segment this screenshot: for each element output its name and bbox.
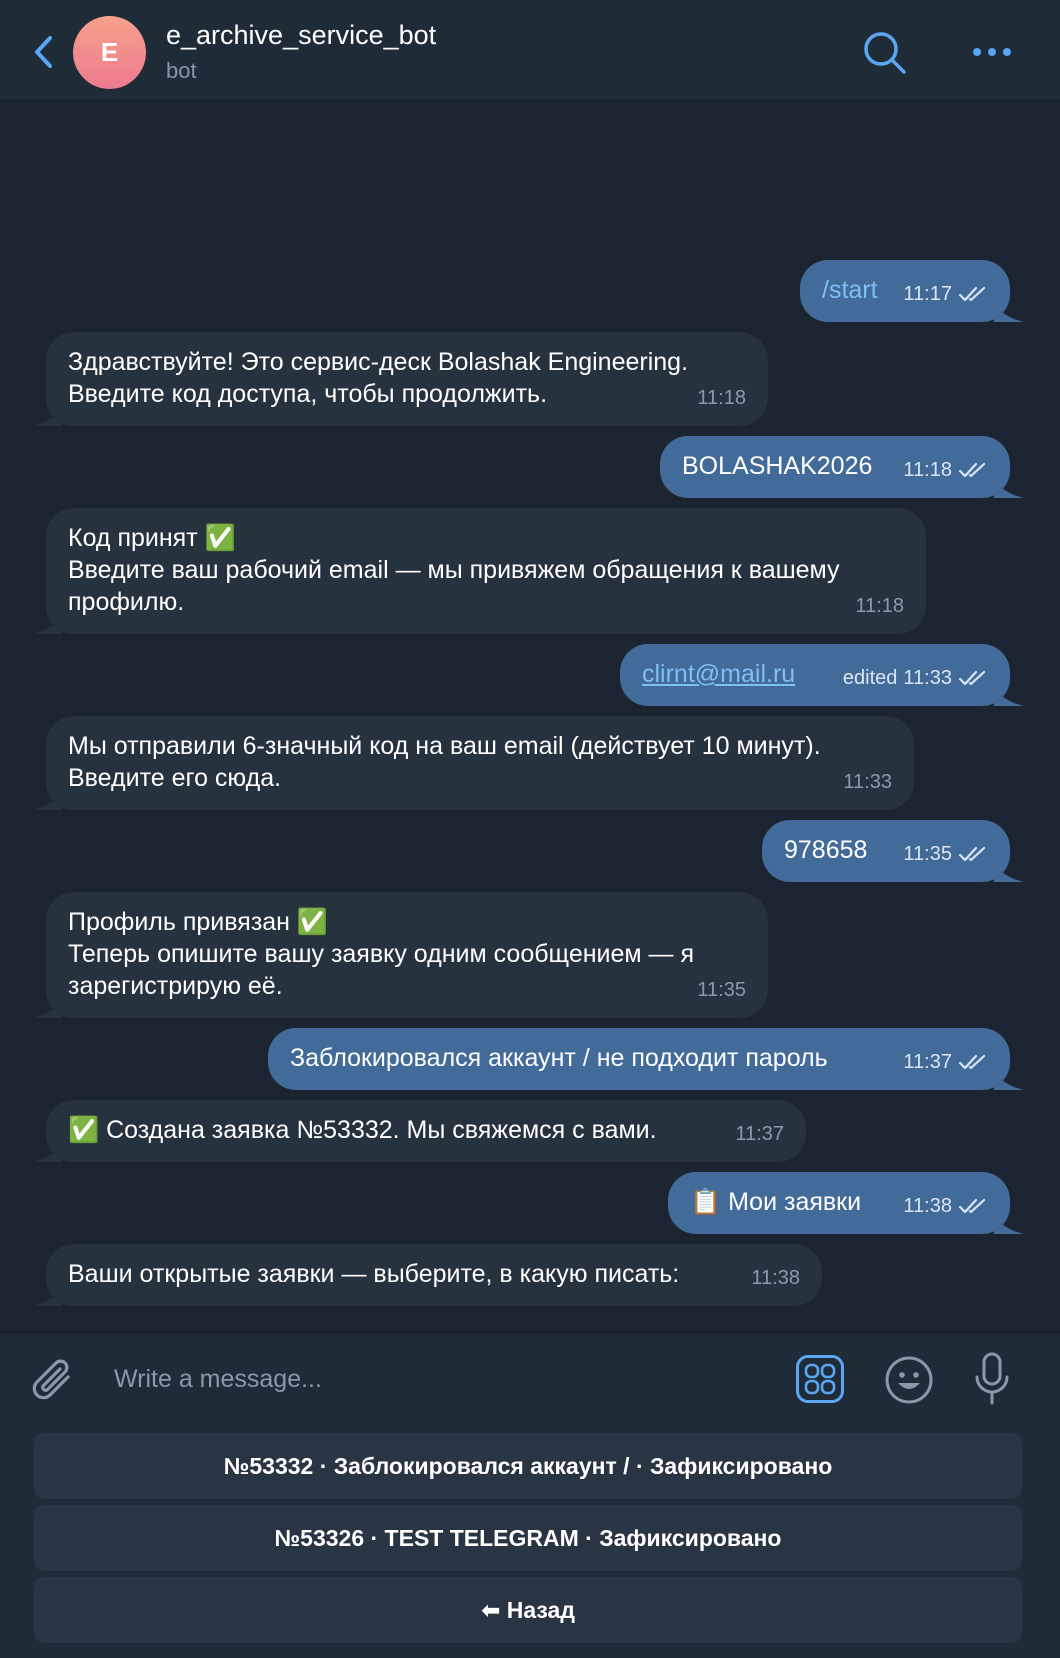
double-check-icon <box>958 1054 986 1070</box>
bubble-tail <box>994 1210 1024 1234</box>
attach-button[interactable] <box>32 1355 78 1405</box>
bubble-tail <box>32 402 62 426</box>
message-time: 11:18 <box>855 595 904 617</box>
message-meta: 11:35 <box>697 974 746 1006</box>
message-time: 11:35 <box>903 843 952 865</box>
message-text-line: Теперь опишите вашу заявку одним сообщен… <box>68 940 695 968</box>
message-meta: 11:18 <box>855 590 904 622</box>
message-text-line: профилю. <box>68 588 185 616</box>
message-meta: 11:18 <box>697 382 746 414</box>
message-incoming[interactable]: Профиль привязан ✅ Теперь опишите вашу з… <box>32 892 768 1018</box>
more-button[interactable] <box>970 34 1014 70</box>
bubble-tail <box>32 1138 62 1162</box>
message-meta: 11:18 <box>903 454 988 486</box>
bubble-tail <box>32 610 62 634</box>
message-outgoing[interactable]: 978658 11:35 <box>762 820 1024 882</box>
message-time: 11:18 <box>697 387 746 409</box>
double-check-icon <box>958 670 986 686</box>
message-outgoing[interactable]: Заблокировался аккаунт / не подходит пар… <box>268 1028 1024 1090</box>
composer: №53332 · Заблокировался аккаунт / · Зафи… <box>0 1332 1060 1658</box>
chat-header: E e_archive_service_bot bot <box>0 0 1060 101</box>
message-time: 11:37 <box>903 1051 952 1073</box>
message-time: 11:33 <box>903 667 952 689</box>
message-text-line: Код принят ✅ <box>68 524 236 552</box>
microphone-button[interactable] <box>974 1351 1010 1407</box>
avatar[interactable]: E <box>73 16 146 89</box>
message-text-line: Мы отправили 6-значный код на ваш email … <box>68 732 821 760</box>
search-button[interactable] <box>862 30 908 76</box>
microphone-icon <box>975 1352 1009 1405</box>
emoji-icon <box>885 1356 933 1404</box>
message-incoming[interactable]: Ваши открытые заявки — выберите, в какую… <box>32 1244 822 1306</box>
message-text-line: Здравствуйте! Это сервис-деск Bolashak E… <box>68 348 689 376</box>
message-time: 11:18 <box>903 459 952 481</box>
bubble-tail <box>994 1066 1024 1090</box>
keyboard-button-label: ⬅ Назад <box>481 1596 575 1623</box>
message-meta: edited 11:33 <box>843 662 988 694</box>
message-time: 11:37 <box>735 1123 784 1145</box>
message-time: 11:17 <box>903 283 952 305</box>
message-incoming[interactable]: Мы отправили 6-значный код на ваш email … <box>32 716 914 810</box>
message-text: Заблокировался аккаунт / не подходит пар… <box>290 1044 828 1072</box>
message-text-line: Введите его сюда. <box>68 764 282 792</box>
back-button[interactable] <box>28 34 58 70</box>
double-check-icon <box>958 286 986 302</box>
message-incoming[interactable]: ✅ Создана заявка №53332. Мы свяжемся с в… <box>32 1100 806 1162</box>
message-meta: 11:35 <box>903 838 988 870</box>
message-outgoing[interactable]: 📋 Мои заявки 11:38 <box>668 1172 1024 1234</box>
message-meta: 11:38 <box>903 1190 988 1222</box>
message-text-line: Введите код доступа, чтобы продолжить. <box>68 380 548 408</box>
message-text: ✅ Создана заявка №53332. Мы свяжемся с в… <box>68 1116 657 1144</box>
keyboard-button-ticket-53332[interactable]: №53332 · Заблокировался аккаунт / · Зафи… <box>34 1433 1022 1499</box>
message-time: 11:35 <box>697 979 746 1001</box>
message-meta: 11:37 <box>903 1046 988 1078</box>
bubble-tail <box>32 994 62 1018</box>
search-icon <box>864 32 906 74</box>
paperclip-icon <box>32 1359 70 1400</box>
bubble-tail <box>994 858 1024 882</box>
keyboard-button-label: №53326 · TEST TELEGRAM · Зафиксировано <box>274 1524 782 1551</box>
emoji-button[interactable] <box>884 1355 934 1405</box>
message-time: 11:38 <box>751 1267 800 1289</box>
bubble-tail <box>32 786 62 810</box>
more-dots-icon <box>973 48 1011 56</box>
avatar-letter: E <box>100 37 119 67</box>
bubble-tail <box>994 682 1024 706</box>
bubble-tail <box>994 298 1024 322</box>
keyboard-button-back[interactable]: ⬅ Назад <box>34 1577 1022 1643</box>
message-outgoing[interactable]: /start 11:17 <box>800 260 1024 322</box>
double-check-icon <box>958 846 986 862</box>
message-meta: 11:38 <box>751 1262 800 1294</box>
message-meta: 11:33 <box>843 766 892 798</box>
message-list[interactable]: /start 11:17 Здравствуйте! Это сервис-де… <box>0 102 1060 1332</box>
bubble-tail <box>32 1282 62 1306</box>
edited-label: edited <box>842 667 898 689</box>
chevron-left-icon <box>35 36 52 68</box>
message-text-line: зарегистрирую её. <box>68 972 283 1000</box>
message-meta: 11:37 <box>735 1118 784 1150</box>
message-incoming[interactable]: Здравствуйте! Это сервис-деск Bolashak E… <box>32 332 768 426</box>
message-outgoing[interactable]: clirnt@mail.ru edited 11:33 <box>620 644 1024 706</box>
message-meta: 11:17 <box>903 278 988 310</box>
message-outgoing[interactable]: BOLASHAK2026 11:18 <box>660 436 1024 498</box>
double-check-icon <box>958 1198 986 1214</box>
message-text-line: Введите ваш рабочий email — мы привяжем … <box>68 556 840 584</box>
keyboard-button-label: №53332 · Заблокировался аккаунт / · Зафи… <box>223 1452 833 1479</box>
keyboard-button-ticket-53326[interactable]: №53326 · TEST TELEGRAM · Зафиксировано <box>34 1505 1022 1571</box>
message-time: 11:33 <box>843 771 892 793</box>
bot-keyboard-button[interactable] <box>796 1355 844 1403</box>
chat-title[interactable]: e_archive_service_bot <box>166 20 436 51</box>
double-check-icon <box>958 462 986 478</box>
message-text: Ваши открытые заявки — выберите, в какую… <box>68 1260 680 1288</box>
chat-subtitle: bot <box>166 58 197 83</box>
bot-keyboard-icon <box>804 1363 836 1395</box>
message-input[interactable] <box>114 1351 774 1407</box>
bubble-tail <box>994 474 1024 498</box>
message-text-line: Профиль привязан ✅ <box>68 908 329 936</box>
message-time: 11:38 <box>903 1195 952 1217</box>
message-incoming[interactable]: Код принят ✅ Введите ваш рабочий email —… <box>32 508 926 634</box>
